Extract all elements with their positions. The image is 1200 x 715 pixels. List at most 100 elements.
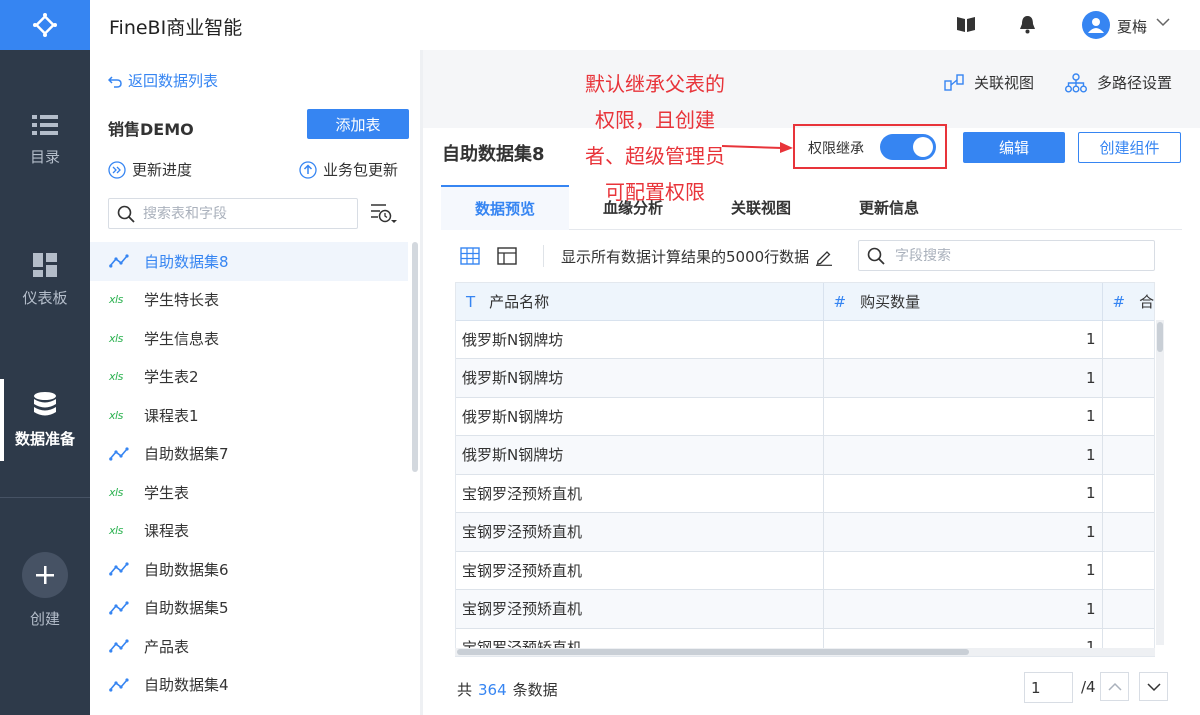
- nav-label-create: 创建: [29, 609, 60, 628]
- table-row[interactable]: 宝钢罗泾预矫直机1: [456, 474, 1154, 513]
- relation-view-link[interactable]: 关联视图: [944, 72, 1034, 93]
- list-item[interactable]: xls 课程表: [90, 512, 408, 551]
- page-number-input[interactable]: [1024, 672, 1073, 703]
- xls-icon: xls: [109, 486, 131, 499]
- back-to-data-list-link[interactable]: 返回数据列表: [108, 70, 218, 91]
- prev-page-button[interactable]: [1100, 672, 1129, 701]
- table-cell: [1102, 512, 1154, 552]
- table-cell: [1102, 435, 1154, 475]
- table-row[interactable]: 俄罗斯N钢牌坊 1: [456, 358, 1154, 398]
- table-row[interactable]: 宝钢罗泾预矫直机1: [456, 551, 1154, 590]
- table-row[interactable]: 俄罗斯N钢牌坊 1: [456, 397, 1154, 436]
- left-nav: 目录 仪表板 数据准备 创建: [0, 0, 90, 715]
- field-search-input[interactable]: [895, 247, 1135, 264]
- search-icon: [117, 205, 135, 223]
- column-header[interactable]: # 购买数量: [823, 283, 1103, 321]
- list-item-label: 学生表2: [144, 368, 199, 387]
- table-vertical-scrollbar[interactable]: [1156, 320, 1164, 645]
- table-row[interactable]: 俄罗斯N钢牌坊 1: [456, 320, 1154, 359]
- app-logo[interactable]: [0, 0, 90, 50]
- total-count: 364: [478, 681, 507, 699]
- user-avatar[interactable]: [1082, 11, 1110, 39]
- list-item[interactable]: 自助数据集8: [90, 242, 408, 281]
- table-cell: [1102, 589, 1154, 629]
- table-search-box[interactable]: [108, 198, 358, 229]
- next-page-button[interactable]: [1139, 672, 1168, 701]
- tab-data-preview[interactable]: 数据预览: [441, 185, 569, 230]
- table-cell: 宝钢罗泾预矫直机: [456, 474, 824, 513]
- xls-icon: xls: [109, 370, 131, 383]
- create-component-button[interactable]: 创建组件: [1078, 132, 1181, 163]
- app-header: FineBI商业智能 夏梅: [90, 0, 1200, 50]
- record-count: 共 364 条数据: [457, 679, 558, 700]
- table-cell: 俄罗斯N钢牌坊: [456, 435, 824, 475]
- field-search-box[interactable]: [858, 240, 1155, 271]
- list-item[interactable]: 自助数据集4: [90, 666, 408, 705]
- list-item[interactable]: xls 学生表2: [90, 358, 408, 397]
- list-item[interactable]: 自助数据集7: [90, 435, 408, 474]
- table-cell: [1102, 397, 1154, 436]
- list-item[interactable]: 自助数据集5: [90, 589, 408, 628]
- package-update-label: 业务包更新: [323, 161, 399, 179]
- list-item[interactable]: xls 学生表: [90, 473, 408, 512]
- update-progress-link[interactable]: 更新进度: [108, 159, 192, 180]
- create-button[interactable]: [22, 551, 68, 598]
- list-item[interactable]: 自助数据集6: [90, 550, 408, 589]
- column-header[interactable]: T 产品名称: [456, 283, 824, 321]
- edit-button[interactable]: 编辑: [963, 132, 1065, 163]
- package-update-link[interactable]: 业务包更新: [299, 159, 398, 180]
- xls-label: xls: [109, 524, 123, 538]
- table-cell: 俄罗斯N钢牌坊: [456, 320, 824, 359]
- permission-inherit-toggle[interactable]: [880, 134, 936, 160]
- list-item[interactable]: xls 课程表1: [90, 396, 408, 435]
- grid-view-icon[interactable]: [460, 246, 480, 266]
- panel-scrollbar[interactable]: [412, 242, 418, 472]
- preview-note: 显示所有数据计算结果的5000行数据: [561, 246, 833, 267]
- filter-settings-icon[interactable]: [370, 202, 398, 226]
- list-item-label: 自助数据集8: [144, 252, 229, 271]
- column-name: 产品名称: [489, 292, 550, 311]
- column-name: 合: [1139, 292, 1155, 311]
- chevron-down-icon[interactable]: [1156, 17, 1170, 27]
- list-item-label: 课程表: [144, 522, 190, 541]
- column-header[interactable]: # 合: [1102, 283, 1155, 321]
- help-book-icon[interactable]: [956, 15, 976, 33]
- nav-item-data-prep[interactable]: 数据准备: [0, 375, 90, 465]
- bell-icon[interactable]: [1019, 15, 1036, 34]
- table-cell: 1: [823, 358, 1103, 398]
- multipath-settings-link[interactable]: 多路径设置: [1065, 72, 1172, 93]
- xls-icon: xls: [109, 332, 131, 345]
- list-item[interactable]: xls 学生特长表: [90, 281, 408, 320]
- table-horizontal-scrollbar[interactable]: [455, 648, 1155, 656]
- nav-item-create[interactable]: 创建: [0, 540, 90, 640]
- preview-table: T 产品名称 # 购买数量 # 合 俄罗斯N钢牌坊 1 俄罗斯N钢牌坊 1 俄罗斯N钢牌坊 1 俄…: [456, 283, 1155, 656]
- nav-item-catalog[interactable]: 目录: [0, 95, 90, 185]
- table-cell: 俄罗斯N钢牌坊: [456, 358, 824, 398]
- xls-label: xls: [109, 485, 123, 499]
- edit-pencil-icon[interactable]: [815, 248, 833, 266]
- dataset-icon: [109, 447, 131, 461]
- table-row[interactable]: 宝钢罗泾预矫直机1: [456, 589, 1154, 629]
- list-item[interactable]: 产品表: [90, 627, 408, 666]
- table-cell: 1: [823, 397, 1103, 436]
- upload-icon: [299, 160, 317, 179]
- nav-label-data-prep: 数据准备: [14, 429, 75, 448]
- layout-view-icon[interactable]: [497, 246, 517, 266]
- dataset-title: 自助数据集8: [442, 144, 545, 165]
- scrollbar-thumb[interactable]: [1157, 322, 1163, 352]
- table-row[interactable]: 俄罗斯N钢牌坊 1: [456, 435, 1154, 475]
- user-name[interactable]: 夏梅: [1117, 16, 1147, 37]
- nav-item-dashboard[interactable]: 仪表板: [0, 235, 90, 325]
- table-search-input[interactable]: [143, 205, 343, 222]
- total-suffix: 条数据: [512, 681, 558, 699]
- table-list-panel: 返回数据列表 销售DEMO 添加表 更新进度 业务包更新 自助数据集8 xls 学生…: [90, 50, 420, 715]
- dashboard-icon: [33, 252, 57, 277]
- add-table-button[interactable]: 添加表: [307, 109, 409, 139]
- list-item[interactable]: xls 学生信息表: [90, 319, 408, 358]
- package-title: 销售DEMO: [108, 120, 194, 139]
- scrollbar-thumb[interactable]: [457, 649, 969, 655]
- preview-table-container: T 产品名称 # 购买数量 # 合 俄罗斯N钢牌坊 1 俄罗斯N钢牌坊 1 俄罗斯N钢牌坊 1 俄…: [455, 282, 1155, 657]
- chevron-down-icon: [1146, 682, 1161, 691]
- table-row[interactable]: 宝钢罗泾预矫直机1: [456, 512, 1154, 552]
- tab-update-info[interactable]: 更新信息: [825, 185, 953, 230]
